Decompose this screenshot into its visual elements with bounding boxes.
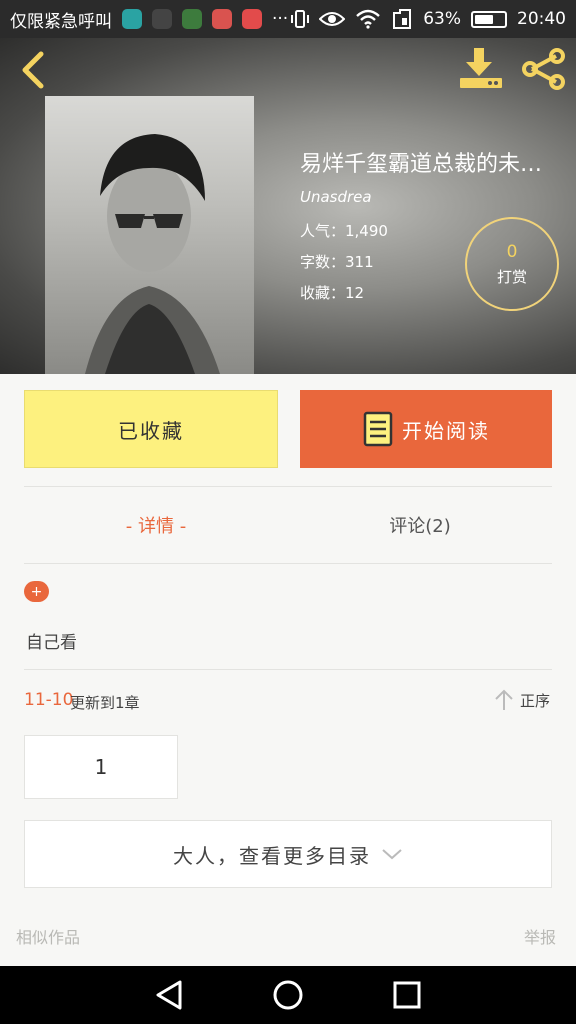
battery-fill [475,14,493,24]
android-app-icon [182,9,202,29]
status-right: 63% 20:40 [291,9,566,29]
book-tag-text: 自己看 [26,633,77,653]
battery-icon [471,10,507,28]
triangle-back-icon [156,980,182,1010]
vibrate-icon [291,10,310,28]
sim-icon [393,9,412,29]
start-reading-button[interactable]: 开始阅读 [300,390,552,468]
battery-percent: 63% [423,9,461,29]
share-icon [522,48,565,90]
download-icon [460,48,502,88]
more-notifications-icon: ··· [272,9,289,29]
moon-app-icon [122,9,142,29]
update-text: 更新到1章 [70,694,140,712]
popularity-stat: 人气：1,490 [300,222,388,240]
eye-icon [319,12,346,26]
home-nav-button[interactable] [266,973,310,1017]
book-detail-screen: 仅限紧急呼叫 ··· 63% 20:40 易烊千玺霸道总裁的未… Unasdre… [0,0,576,1024]
cup-app-icon [152,9,172,29]
collected-button[interactable]: 已收藏 [24,390,278,468]
divider [24,486,552,487]
chevron-left-icon [22,51,44,89]
badge-app-icon [212,9,232,29]
reward-count: 0 [506,241,518,262]
chapter-number: 1 [94,755,108,779]
book-title: 易烊千玺霸道总裁的未… [300,152,543,177]
back-nav-button[interactable] [147,973,191,1017]
back-button[interactable] [12,50,52,90]
tab-comments-label: 评论(2) [389,516,451,537]
clock: 20:40 [517,9,566,29]
collected-button-label: 已收藏 [118,418,184,443]
status-left: 仅限紧急呼叫 ··· [10,7,291,32]
red-app-icon [242,9,262,29]
chevron-down-icon [382,849,402,860]
view-more-catalog-button[interactable]: 大人，查看更多目录 [24,820,552,888]
book-icon [363,411,393,447]
start-reading-label: 开始阅读 [402,418,490,443]
portrait-illustration [85,134,220,374]
chapter-item[interactable]: 1 [24,735,178,799]
tab-detail[interactable]: - 详情 - [24,505,288,545]
square-recents-icon [393,981,421,1009]
book-header: 易烊千玺霸道总裁的未… Unasdrea 人气：1,490 字数：311 收藏：… [0,38,576,374]
report-link[interactable]: 举报 [524,924,556,948]
book-cover-image[interactable] [45,96,254,374]
favorites-stat: 收藏：12 [300,284,365,302]
word-count-stat: 字数：311 [300,253,374,271]
circle-home-icon [273,980,303,1010]
book-author[interactable]: Unasdrea [300,188,372,206]
status-bar: 仅限紧急呼叫 ··· 63% 20:40 [0,0,576,38]
system-nav-bar [0,966,576,1024]
arrow-up-icon [495,689,513,710]
update-date: 11-10 [24,690,74,710]
sort-order-button[interactable]: 正序 [494,688,550,712]
sort-order-label: 正序 [520,691,551,710]
tab-detail-label: - 详情 - [125,516,187,537]
share-button[interactable] [520,48,568,90]
divider [24,563,552,564]
tab-comments[interactable]: 评论(2) [288,505,552,545]
wifi-icon [356,9,381,29]
carrier-text: 仅限紧急呼叫 [10,11,112,32]
view-more-catalog-label: 大人，查看更多目录 [173,843,371,868]
reward-button[interactable]: 0 打赏 [465,217,559,311]
divider [24,669,552,670]
plus-icon: + [30,583,43,600]
reward-label: 打赏 [496,267,527,286]
add-tag-button[interactable]: + [24,581,49,602]
download-button[interactable] [456,46,504,90]
recents-nav-button[interactable] [385,973,429,1017]
similar-works-label[interactable]: 相似作品 [16,924,80,948]
